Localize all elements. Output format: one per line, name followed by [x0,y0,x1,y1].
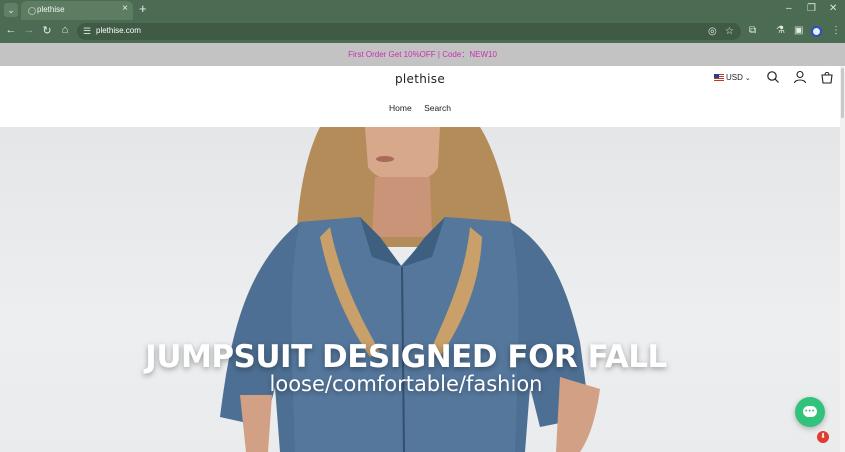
address-bar[interactable]: ☰ plethise.com ◎ ☆ [77,23,741,40]
notification-badge-icon[interactable]: ⬇ [817,431,829,443]
hero-model-image [220,127,600,452]
store-header: plethise USD ⌄ Home Search [0,66,845,127]
hero-title: JUMPSUIT DESIGNED FOR FALL [145,339,667,375]
chevron-down-icon: ⌄ [744,74,751,82]
tab-close-icon[interactable]: × [122,3,128,14]
home-button[interactable]: ⌂ [58,24,72,36]
back-button[interactable]: ← [4,24,18,36]
page-scrollbar[interactable] [840,66,845,452]
tab-favicon-icon [28,7,36,15]
url-text: plethise.com [96,26,141,35]
account-icon[interactable] [793,70,807,84]
hero-subtitle: loose/comfortable/fashion [269,372,543,396]
more-menu-icon[interactable]: ⋮ [831,25,841,36]
bookmark-star-icon[interactable]: ☆ [725,26,734,37]
browser-tab[interactable]: plethise × [21,1,133,20]
new-tab-button[interactable]: + [139,1,147,16]
hero-banner[interactable]: JUMPSUIT DESIGNED FOR FALL loose/comfort… [0,127,840,452]
site-info-icon[interactable]: ☰ [83,26,91,37]
main-nav: Home Search [0,103,840,113]
extensions-icon[interactable]: ⧉ [749,25,756,36]
browser-toolbar: ← → ↻ ⌂ ☰ plethise.com ◎ ☆ ⧉ ⚗ ▣ ⋮ [0,20,845,43]
restore-icon[interactable]: ❐ [807,3,816,14]
tab-list-button[interactable]: ⌄ [4,3,18,17]
announcement-bar: First Order Get 10%OFF | Code：NEW10 [0,43,845,66]
window-close-icon[interactable]: ✕ [829,3,837,14]
eye-off-icon[interactable]: ◎ [708,26,717,37]
currency-label: USD [726,73,743,82]
profile-avatar[interactable] [811,26,822,37]
forward-button[interactable]: → [22,24,36,36]
tab-title: plethise [37,5,65,14]
nav-search[interactable]: Search [424,103,451,113]
us-flag-icon [714,74,724,81]
nav-home[interactable]: Home [389,103,412,113]
chat-bubble-icon: ••• [805,408,816,415]
cart-bag-icon[interactable] [820,70,834,84]
side-panel-icon[interactable]: ▣ [794,25,803,36]
search-icon[interactable] [766,70,780,84]
scrollbar-thumb[interactable] [841,68,844,118]
labs-flask-icon[interactable]: ⚗ [776,25,785,36]
reload-button[interactable]: ↻ [40,24,54,37]
announcement-text: First Order Get 10%OFF | Code：NEW10 [348,50,497,59]
minimize-icon[interactable]: – [786,3,792,14]
chat-bubble-button[interactable]: ••• [795,397,825,427]
browser-tab-bar: ⌄ plethise × + – ❐ ✕ [0,0,845,20]
currency-selector[interactable]: USD ⌄ [714,73,751,82]
